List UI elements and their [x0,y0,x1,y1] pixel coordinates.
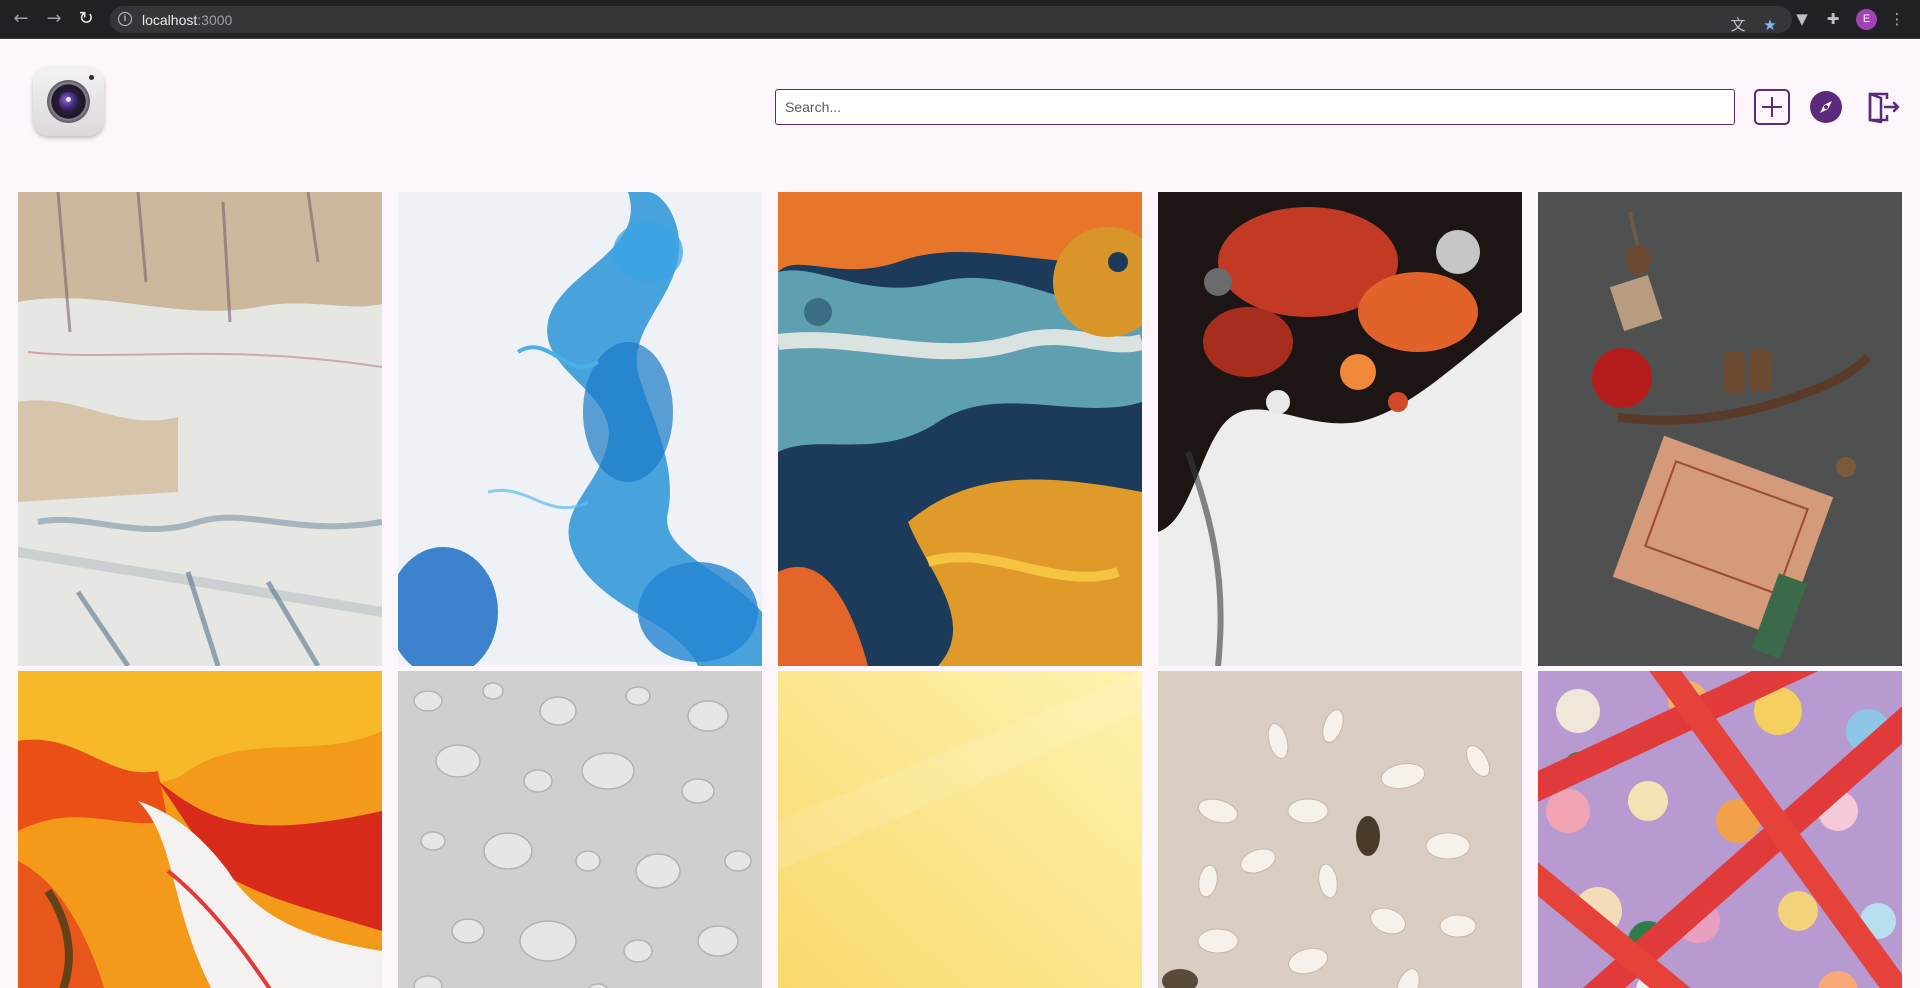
puzzle-icon[interactable]: ✚ [1823,9,1843,29]
gallery-image[interactable] [18,671,382,988]
logout-door-icon [1868,92,1900,124]
browser-toolbar: ← → ↻ i localhost:3000 文 ★ ▼ ✚ E ⋮ [0,0,1920,39]
translate-icon[interactable]: 文 [1728,15,1748,35]
extension-v-icon[interactable]: ▼ [1792,9,1812,29]
profile-avatar[interactable]: E [1856,9,1877,30]
search-input[interactable] [775,89,1735,125]
app-logo[interactable] [33,67,104,136]
gallery-image[interactable] [398,671,762,988]
gallery-image[interactable] [1538,671,1902,988]
reload-icon[interactable]: ↻ [75,8,97,30]
image [1538,671,1902,988]
camera-lens-icon [47,80,90,123]
image [1158,192,1522,666]
gallery-image[interactable] [778,192,1142,666]
explore-button[interactable] [1810,91,1842,123]
image [18,671,382,988]
info-icon[interactable]: i [118,12,132,26]
kebab-menu-icon[interactable]: ⋮ [1887,9,1907,29]
address-bar[interactable]: i localhost:3000 文 ★ [110,6,1792,35]
compass-icon [1820,101,1832,113]
back-arrow-icon[interactable]: ← [10,8,32,30]
forward-arrow-icon[interactable]: → [43,8,65,30]
image [398,192,762,666]
image [1158,671,1522,988]
image-gallery [18,192,1902,988]
image [1538,192,1902,666]
gallery-image[interactable] [1158,671,1522,988]
logout-button[interactable] [1865,89,1901,125]
add-post-button[interactable] [1754,89,1790,125]
gallery-image[interactable] [398,192,762,666]
gallery-image[interactable] [1158,192,1522,666]
url-text[interactable]: localhost:3000 [142,12,232,28]
star-icon[interactable]: ★ [1760,15,1780,35]
image [778,671,1142,988]
gallery-image[interactable] [778,671,1142,988]
image [18,192,382,666]
gallery-image[interactable] [1538,192,1902,666]
gallery-image[interactable] [18,192,382,666]
image [398,671,762,988]
image [778,192,1142,666]
